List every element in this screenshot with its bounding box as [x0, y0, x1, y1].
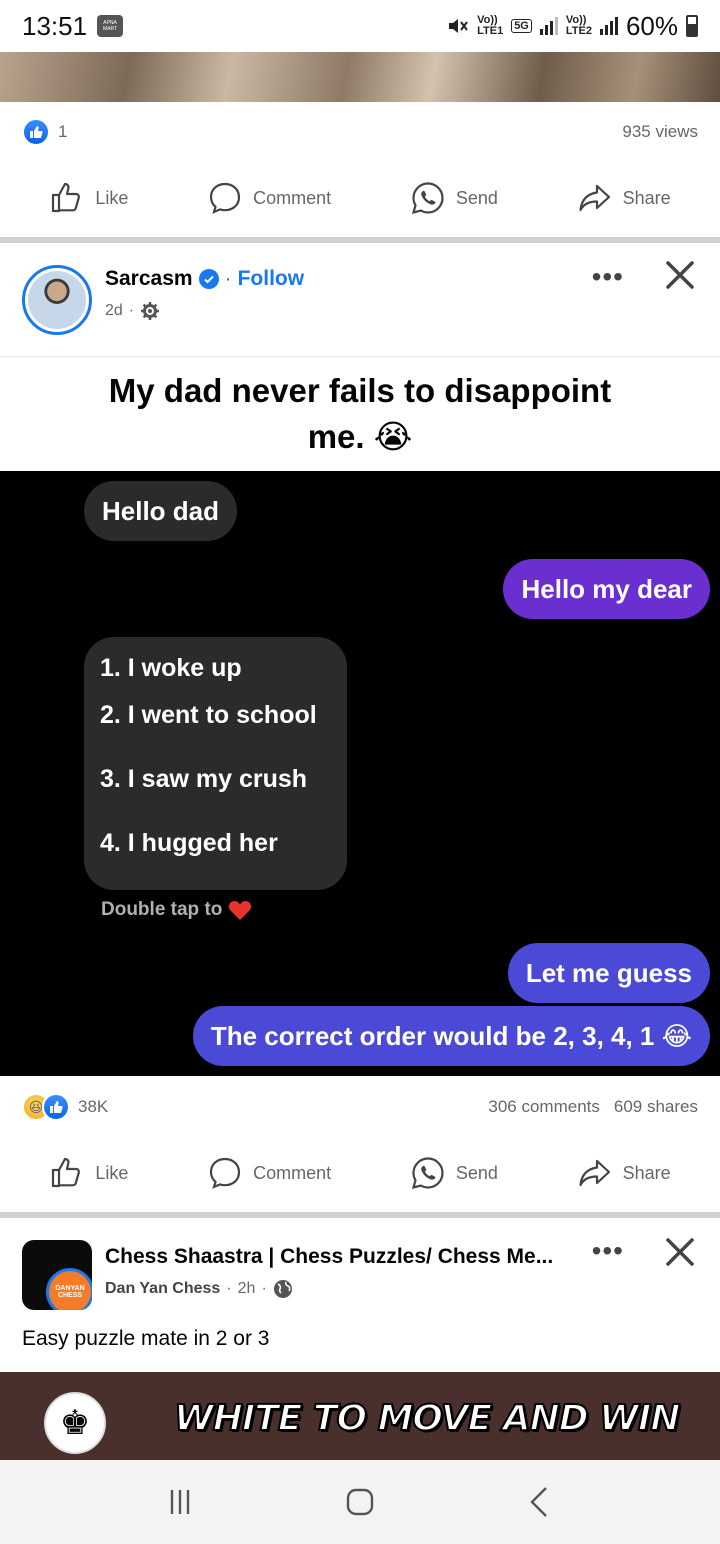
battery-icon	[686, 15, 698, 37]
previous-post-stats: 1 935 views	[0, 118, 720, 146]
post-caption: My dad never fails to disappoint me. 😭	[0, 356, 720, 471]
separator: ·	[128, 302, 135, 319]
chess-post-image[interactable]: ♚ WHITE TO MOVE AND WIN	[0, 1372, 720, 1460]
chess-profile-avatar: DANYAN CHESS	[46, 1268, 92, 1310]
chat-bubble-outgoing: Hello my dear	[503, 559, 710, 619]
chat-bubble-list: 1. I woke up 2. I went to school 3. I sa…	[84, 637, 347, 890]
author-avatar[interactable]	[22, 265, 92, 335]
follow-button[interactable]: Follow	[238, 267, 305, 291]
chat-bubble-incoming: Hello dad	[84, 481, 238, 541]
more-options-icon[interactable]: •••	[592, 261, 624, 293]
like-button[interactable]: Like	[49, 180, 128, 216]
like-reaction-icon	[42, 1093, 70, 1121]
author-line: Sarcasm · Follow	[105, 267, 304, 291]
views-count[interactable]: 935 views	[622, 122, 698, 142]
share-label: Share	[622, 187, 671, 208]
post-stats: 😆 38K 306 comments 609 shares	[0, 1092, 720, 1122]
post-header: Sarcasm · Follow 2d · •••	[0, 243, 720, 353]
chat-list-item: 2. I went to school	[100, 700, 317, 729]
avatar-image	[28, 271, 86, 329]
share-label: Share	[622, 1162, 671, 1183]
share-button[interactable]: Share	[577, 180, 671, 216]
chess-post-meta: Dan Yan Chess · 2h ·	[105, 1279, 293, 1299]
double-tap-hint: Double tap to	[101, 899, 252, 921]
post-actions: Like Comment Send Share	[0, 1143, 720, 1203]
comment-count[interactable]: 306 comments	[488, 1097, 600, 1117]
send-label: Send	[455, 187, 498, 208]
like-icon	[52, 1157, 81, 1188]
like-icon	[52, 182, 81, 213]
share-icon	[578, 184, 610, 212]
post-image[interactable]: Hello dad Hello my dear 1. I woke up 2. …	[0, 471, 720, 1076]
send-button[interactable]: Send	[410, 1155, 498, 1191]
comment-button[interactable]: Comment	[207, 1155, 331, 1191]
sim1-indicator: Vo)) LTE1	[477, 14, 504, 37]
verified-badge-icon	[198, 269, 219, 289]
share-button[interactable]: Share	[577, 1155, 671, 1191]
separator: ·	[261, 1280, 267, 1297]
author-name[interactable]: Sarcasm	[105, 267, 193, 291]
chat-bubble-outgoing: Let me guess	[507, 943, 710, 1003]
share-icon	[578, 1159, 610, 1187]
previous-post-actions: Like Comment Send Share	[0, 168, 720, 228]
comment-label: Comment	[253, 187, 332, 208]
globe-icon	[273, 1280, 292, 1298]
carrier-badge: APNA MART	[97, 15, 124, 37]
more-options-icon[interactable]: •••	[592, 1235, 624, 1267]
chess-author-name[interactable]: Dan Yan Chess	[105, 1280, 220, 1298]
chat-list-item: 3. I saw my crush	[100, 764, 308, 793]
separator: ·	[224, 267, 232, 290]
close-icon[interactable]	[660, 1232, 700, 1272]
like-label: Like	[95, 187, 129, 208]
like-label: Like	[95, 1162, 129, 1183]
like-button[interactable]: Like	[49, 1155, 128, 1191]
reaction-count[interactable]: 38K	[78, 1097, 108, 1117]
whatsapp-icon	[411, 1157, 444, 1190]
chess-post-caption: Easy puzzle mate in 2 or 3	[22, 1327, 270, 1350]
signal-icon-2	[599, 17, 618, 35]
comment-label: Comment	[253, 1162, 332, 1183]
chess-post-title[interactable]: Chess Shaastra | Chess Puzzles/ Chess Me…	[105, 1245, 565, 1269]
network-badge: 5G	[511, 19, 532, 33]
send-button[interactable]: Send	[410, 180, 498, 216]
system-nav-bar	[0, 1460, 720, 1544]
chat-list-item: 1. I woke up	[100, 653, 242, 682]
comment-icon	[209, 1157, 241, 1189]
chess-logo-icon: ♚	[44, 1392, 106, 1454]
chess-post-time[interactable]: 2h	[238, 1280, 256, 1298]
back-icon[interactable]	[520, 1482, 560, 1522]
reaction-count[interactable]: 1	[58, 122, 67, 142]
share-count[interactable]: 609 shares	[614, 1097, 698, 1117]
recent-apps-icon[interactable]	[160, 1482, 200, 1522]
post-time[interactable]: 2d	[105, 302, 123, 320]
sim2-indicator: Vo)) LTE2	[565, 14, 592, 37]
post-meta: 2d ·	[105, 301, 160, 321]
separator: ·	[226, 1280, 232, 1297]
whatsapp-icon	[411, 182, 444, 215]
status-bar: 13:51 APNA MART Vo)) LTE1 5G Vo)) LTE2 6…	[0, 0, 720, 52]
chess-page-avatar[interactable]: DANYAN CHESS	[22, 1240, 92, 1310]
battery-percent: 60%	[625, 10, 678, 41]
chat-list-item: 4. I hugged her	[100, 828, 278, 857]
post-divider	[0, 1212, 720, 1218]
send-label: Send	[455, 1162, 498, 1183]
comment-icon	[209, 182, 241, 214]
previous-post-image[interactable]	[0, 52, 720, 102]
comment-button[interactable]: Comment	[207, 180, 331, 216]
signal-icon	[539, 17, 558, 35]
mute-icon	[449, 19, 468, 33]
chat-bubble-outgoing: The correct order would be 2, 3, 4, 1 😂	[192, 1006, 710, 1066]
heart-icon	[229, 900, 252, 920]
chess-banner-text: WHITE TO MOVE AND WIN	[173, 1397, 681, 1440]
home-icon[interactable]	[340, 1482, 380, 1522]
close-icon[interactable]	[660, 255, 700, 295]
status-indicators: Vo)) LTE1 5G Vo)) LTE2 60%	[447, 11, 698, 42]
like-reaction-icon	[22, 118, 50, 146]
status-time: 13:51	[22, 10, 88, 41]
privacy-gear-icon	[141, 302, 160, 320]
